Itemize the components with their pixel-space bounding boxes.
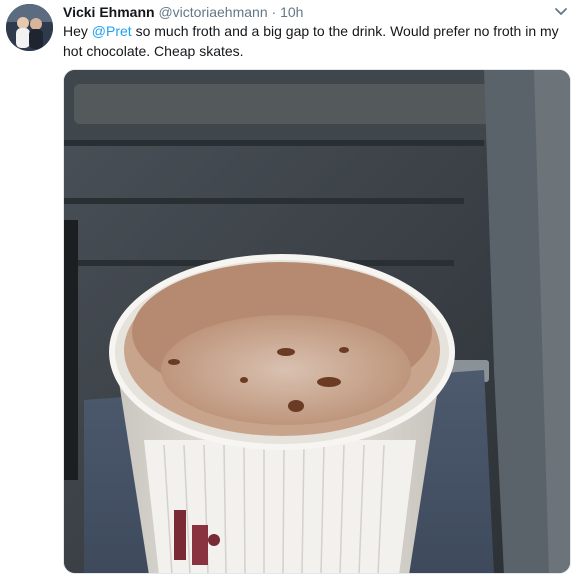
tweet-text-pre: Hey <box>63 23 92 39</box>
avatar[interactable] <box>6 4 53 51</box>
author-name[interactable]: Vicki Ehmann <box>63 4 155 20</box>
tweet-timestamp[interactable]: 10h <box>280 4 303 20</box>
header-separator: · <box>271 4 277 20</box>
tweet-text: Hey @Pret so much froth and a big gap to… <box>63 21 573 61</box>
author-handle[interactable]: @victoriaehmann <box>158 4 267 20</box>
chevron-down-icon[interactable] <box>553 5 569 19</box>
tweet: Vicki Ehmann @victoriaehmann · 10h Hey @… <box>0 0 582 577</box>
tweet-photo[interactable] <box>63 69 571 574</box>
tweet-text-post: so much froth and a big gap to the drink… <box>63 23 559 59</box>
tweet-header: Vicki Ehmann @victoriaehmann · 10h <box>63 3 303 21</box>
mention-link[interactable]: @Pret <box>92 23 132 39</box>
